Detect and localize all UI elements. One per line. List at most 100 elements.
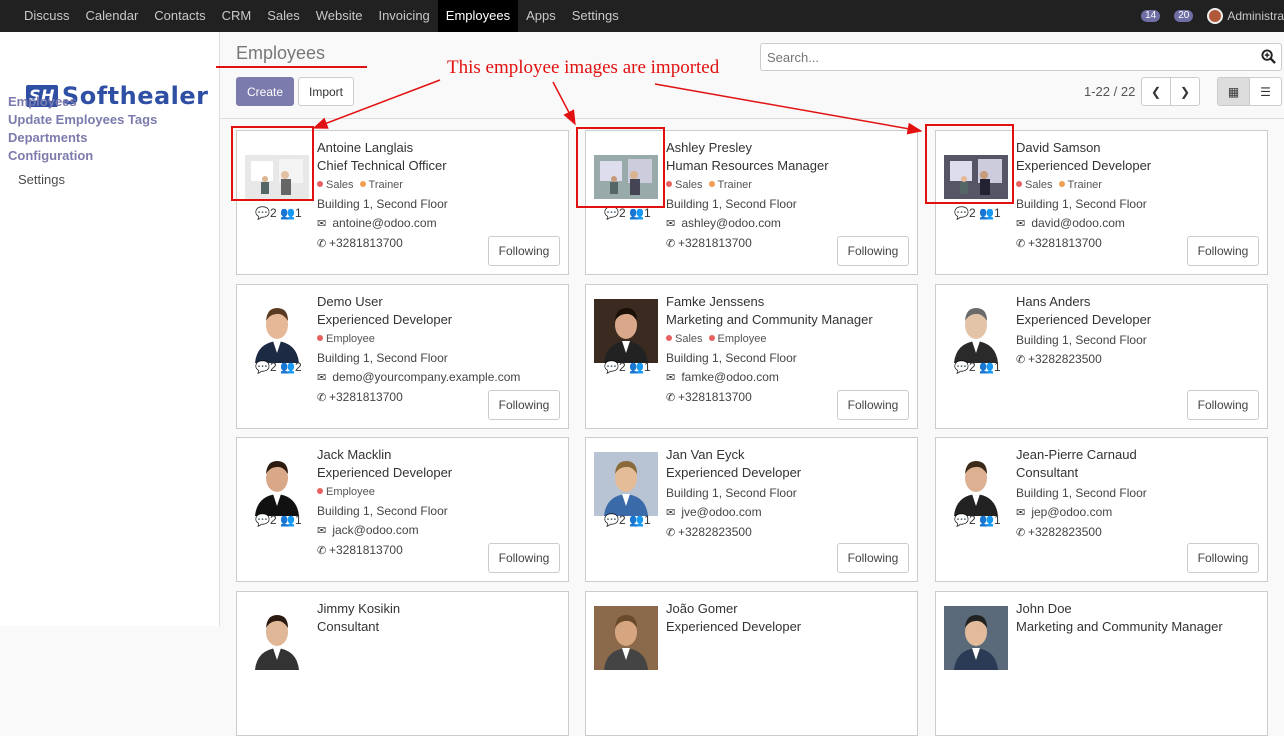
employee-email[interactable]: demo@yourcompany.example.com [332, 370, 520, 384]
employee-name[interactable]: Jimmy Kosikin [317, 600, 562, 618]
tag-list: Employee [317, 329, 562, 349]
chevron-left-icon: ❮ [1150, 84, 1162, 99]
employee-name[interactable]: Jean-Pierre Carnaud [1016, 446, 1261, 464]
menu-item-apps[interactable]: Apps [518, 0, 564, 32]
envelope-icon: ✉ [1016, 218, 1026, 230]
sidebar-item-update-employees-tags[interactable]: Update Employees Tags [8, 111, 157, 129]
menu-item-calendar[interactable]: Calendar [78, 0, 147, 32]
tag: Sales [666, 179, 703, 191]
comments-icon: 💬 [255, 360, 270, 374]
pager-value[interactable]: 1-22 / 22 [1084, 84, 1135, 99]
following-button[interactable]: Following [837, 543, 909, 573]
menu-item-employees[interactable]: Employees [437, 0, 519, 32]
following-button[interactable]: Following [837, 390, 909, 420]
annotation-box [576, 127, 665, 208]
employee-email[interactable]: jep@odoo.com [1031, 505, 1112, 519]
employee-name[interactable]: David Samson [1016, 139, 1261, 157]
follower-count: 2 [294, 360, 302, 374]
sidebar-item-settings[interactable]: Settings [8, 171, 157, 189]
employee-email[interactable]: david@odoo.com [1031, 216, 1125, 230]
user-menu[interactable]: Administrator [1207, 8, 1284, 24]
follower-count: 1 [993, 513, 1001, 527]
import-button[interactable]: Import [298, 77, 354, 106]
following-button[interactable]: Following [1187, 390, 1259, 420]
employee-card[interactable]: Jack Macklin Experienced Developer Employ… [236, 437, 569, 582]
annotation-box [231, 126, 314, 201]
envelope-icon: ✉ [1016, 507, 1026, 519]
tag-label: Employee [326, 333, 375, 345]
employee-name[interactable]: John Doe [1016, 600, 1261, 618]
tag-label: Employee [717, 333, 767, 345]
menu-item-sales[interactable]: Sales [259, 0, 308, 32]
employee-name[interactable]: Famke Jenssens [666, 293, 911, 311]
employee-location: Building 1, Second Floor [1016, 486, 1147, 500]
employee-photo [594, 606, 658, 670]
tag-list: Sales Employee [666, 329, 911, 349]
employee-card[interactable]: Jan Van Eyck Experienced Developer Buildi… [585, 437, 918, 582]
sidebar-item-employees[interactable]: Employees [8, 93, 157, 111]
employee-card[interactable]: Jean-Pierre Carnaud Consultant Building 1… [935, 437, 1268, 582]
employee-card[interactable]: João Gomer Experienced Developer [585, 591, 918, 736]
employee-email[interactable]: jack@odoo.com [332, 523, 418, 537]
menu-item-invoicing[interactable]: Invoicing [370, 0, 437, 32]
following-button[interactable]: Following [488, 236, 560, 266]
menu-item-discuss[interactable]: Discuss [16, 0, 78, 32]
menu-item-crm[interactable]: CRM [214, 0, 260, 32]
menu-item-settings[interactable]: Settings [564, 0, 627, 32]
employee-card[interactable]: Demo User Experienced Developer Employee B… [236, 284, 569, 429]
comments-icon: 💬 [255, 206, 270, 220]
employee-phone: +3281813700 [678, 390, 752, 404]
list-view-button[interactable]: ☰ [1249, 77, 1282, 106]
employee-card[interactable]: Famke Jenssens Marketing and Community M… [585, 284, 918, 429]
activities-count-badge: 20 [1174, 10, 1194, 22]
following-button[interactable]: Following [488, 390, 560, 420]
search-input[interactable] [767, 49, 1247, 65]
create-button[interactable]: Create [236, 77, 294, 106]
pager-next-button[interactable]: ❯ [1170, 77, 1200, 106]
sidebar-item-departments[interactable]: Departments [8, 129, 157, 147]
employee-photo [944, 452, 1008, 516]
employee-name[interactable]: João Gomer [666, 600, 911, 618]
search-icon[interactable] [1261, 49, 1276, 68]
employee-job: Experienced Developer [317, 312, 453, 327]
messages-indicator[interactable]: 14 [1141, 10, 1164, 22]
envelope-icon: ✉ [317, 372, 327, 384]
employee-name[interactable]: Ashley Presley [666, 139, 911, 157]
tag: Employee [317, 486, 375, 498]
employee-name[interactable]: Hans Anders [1016, 293, 1261, 311]
tag-color-dot [666, 335, 672, 342]
employee-email[interactable]: antoine@odoo.com [332, 216, 436, 230]
tag-color-dot [708, 181, 715, 188]
message-count: 2 [269, 206, 277, 220]
employee-card[interactable]: John Doe Marketing and Community Manager [935, 591, 1268, 736]
comments-icon: 💬 [604, 206, 619, 220]
employee-name[interactable]: Antoine Langlais [317, 139, 562, 157]
employee-email[interactable]: jve@odoo.com [681, 505, 761, 519]
comments-icon: 💬 [954, 206, 969, 220]
employee-name[interactable]: Jack Macklin [317, 446, 562, 464]
employee-info: John Doe Marketing and Community Manager [1016, 600, 1261, 636]
annotation-text: This employee images are imported [447, 57, 720, 78]
follower-count: 1 [993, 360, 1001, 374]
employee-card[interactable]: Jimmy Kosikin Consultant [236, 591, 569, 736]
employee-email[interactable]: ashley@odoo.com [681, 216, 781, 230]
following-button[interactable]: Following [488, 543, 560, 573]
employee-name[interactable]: Jan Van Eyck [666, 446, 911, 464]
sidebar: SH Softhealer Employees Update Employees… [0, 32, 220, 626]
following-button[interactable]: Following [1187, 543, 1259, 573]
kanban-view-button[interactable]: ▦ [1217, 77, 1250, 106]
menu-item-website[interactable]: Website [308, 0, 371, 32]
following-button[interactable]: Following [837, 236, 909, 266]
avatar [1207, 8, 1224, 24]
pager-previous-button[interactable]: ❮ [1141, 77, 1171, 106]
following-button[interactable]: Following [1187, 236, 1259, 266]
employee-email[interactable]: famke@odoo.com [681, 370, 779, 384]
sidebar-item-configuration[interactable]: Configuration [8, 147, 157, 165]
annotation-underline [216, 66, 367, 68]
menu-item-contacts[interactable]: Contacts [146, 0, 213, 32]
employee-phone: +3282823500 [678, 525, 752, 539]
employee-name[interactable]: Demo User [317, 293, 562, 311]
message-count: 2 [618, 513, 626, 527]
activities-indicator[interactable]: 20 [1174, 10, 1197, 22]
employee-card[interactable]: Hans Anders Experienced Developer Buildin… [935, 284, 1268, 429]
